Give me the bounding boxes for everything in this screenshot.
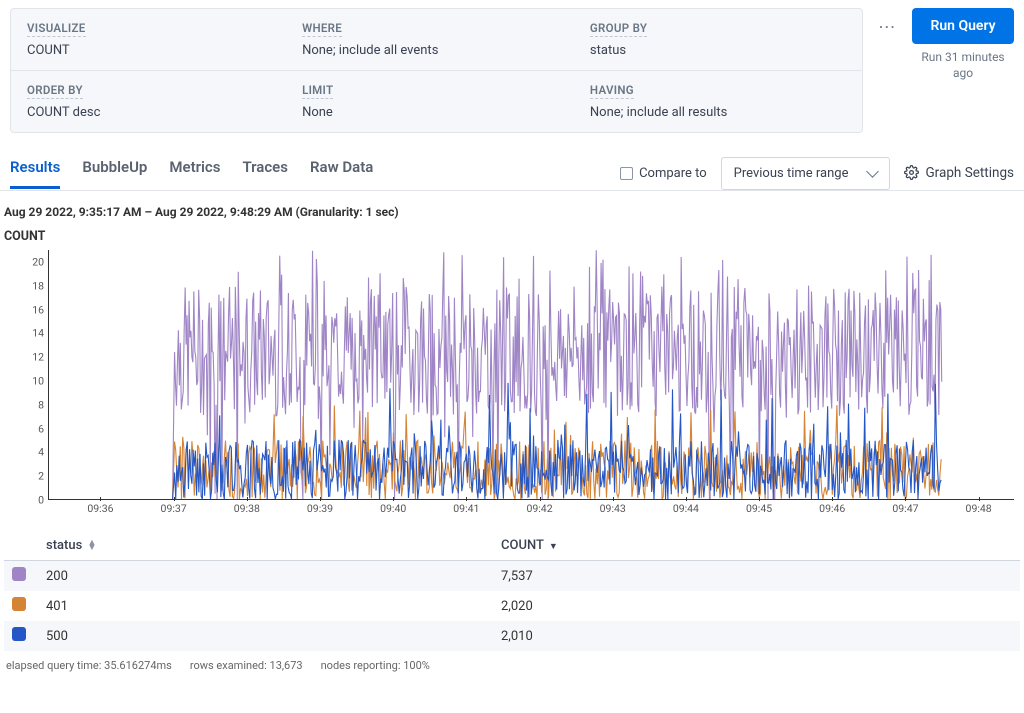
orderby-cell[interactable]: ORDER BY COUNT desc — [11, 75, 286, 128]
chart[interactable]: 02468101214161820 09:3609:3709:3809:3909… — [4, 250, 1020, 520]
graph-settings-button[interactable]: Graph Settings — [904, 165, 1014, 183]
chart-plot[interactable] — [48, 250, 1014, 500]
groupby-value: status — [590, 43, 846, 58]
query-footer: elapsed query time: 35.616274ms rows exa… — [0, 653, 1024, 674]
time-range-label: Aug 29 2022, 9:35:17 AM – Aug 29 2022, 9… — [0, 191, 1024, 229]
groupby-cell[interactable]: GROUP BY status — [574, 13, 862, 66]
y-axis: 02468101214161820 — [4, 250, 48, 500]
chevron-down-icon — [867, 165, 880, 178]
nodes-reporting: nodes reporting: 100% — [321, 659, 430, 672]
visualize-value: COUNT — [27, 43, 270, 58]
orderby-value: COUNT desc — [27, 105, 270, 120]
tab-bubbleup[interactable]: BubbleUp — [82, 158, 147, 189]
color-swatch — [12, 627, 26, 641]
cell-status: 200 — [46, 569, 501, 584]
query-builder: VISUALIZE COUNT WHERE None; include all … — [10, 8, 1014, 133]
cell-status: 401 — [46, 599, 501, 614]
where-cell[interactable]: WHERE None; include all events — [286, 13, 574, 66]
header-status[interactable]: status ▲▼ — [46, 538, 501, 553]
table-row[interactable]: 5002,010 — [4, 621, 1020, 651]
tab-raw-data[interactable]: Raw Data — [310, 158, 373, 189]
having-label: HAVING — [590, 83, 634, 99]
sort-icon: ▲▼ — [88, 541, 97, 551]
limit-value: None — [302, 105, 558, 120]
divider — [11, 70, 862, 71]
checkbox-icon[interactable] — [620, 167, 633, 180]
having-cell[interactable]: HAVING None; include all results — [574, 75, 862, 128]
groupby-label: GROUP BY — [590, 21, 647, 37]
rows-examined: rows examined: 13,673 — [190, 659, 303, 672]
tab-results[interactable]: Results — [10, 158, 60, 189]
gear-icon — [904, 165, 919, 180]
cell-count: 2,020 — [501, 599, 1012, 614]
time-range-selected: Previous time range — [734, 166, 849, 181]
cell-count: 2,010 — [501, 629, 1012, 644]
color-swatch — [12, 567, 26, 581]
where-value: None; include all events — [302, 43, 558, 58]
chart-title: COUNT — [0, 229, 1024, 250]
color-swatch — [12, 597, 26, 611]
having-value: None; include all results — [590, 105, 846, 120]
orderby-label: ORDER BY — [27, 83, 83, 99]
compare-to-toggle[interactable]: Compare to — [620, 166, 707, 181]
where-label: WHERE — [302, 21, 342, 37]
table-header: status ▲▼ COUNT ▼ — [4, 532, 1020, 561]
header-count[interactable]: COUNT ▼ — [501, 538, 1012, 553]
tab-traces[interactable]: Traces — [242, 158, 288, 189]
table-row[interactable]: 4012,020 — [4, 591, 1020, 621]
results-table: status ▲▼ COUNT ▼ 2007,5374012,0205002,0… — [0, 526, 1024, 653]
x-axis: 09:3609:3709:3809:3909:4009:4109:4209:43… — [48, 500, 1014, 520]
visualize-cell[interactable]: VISUALIZE COUNT — [11, 13, 286, 66]
cell-status: 500 — [46, 629, 501, 644]
more-actions-button[interactable]: ... — [873, 4, 902, 33]
run-query-button[interactable]: Run Query — [912, 8, 1014, 44]
time-range-select[interactable]: Previous time range — [721, 157, 891, 190]
elapsed-time: elapsed query time: 35.616274ms — [6, 659, 172, 672]
limit-label: LIMIT — [302, 83, 333, 99]
tab-metrics[interactable]: Metrics — [169, 158, 220, 189]
run-ago-label: Run 31 minutes ago — [912, 50, 1014, 81]
compare-to-label: Compare to — [639, 166, 707, 181]
table-row[interactable]: 2007,537 — [4, 561, 1020, 591]
sort-desc-icon: ▼ — [549, 542, 558, 552]
limit-cell[interactable]: LIMIT None — [286, 75, 574, 128]
visualize-label: VISUALIZE — [27, 21, 86, 37]
graph-settings-label: Graph Settings — [925, 165, 1014, 181]
tabs: Results BubbleUp Metrics Traces Raw Data — [10, 158, 373, 189]
cell-count: 7,537 — [501, 569, 1012, 584]
results-toolbar: Results BubbleUp Metrics Traces Raw Data Com… — [0, 139, 1024, 191]
query-panel: VISUALIZE COUNT WHERE None; include all … — [10, 8, 863, 133]
